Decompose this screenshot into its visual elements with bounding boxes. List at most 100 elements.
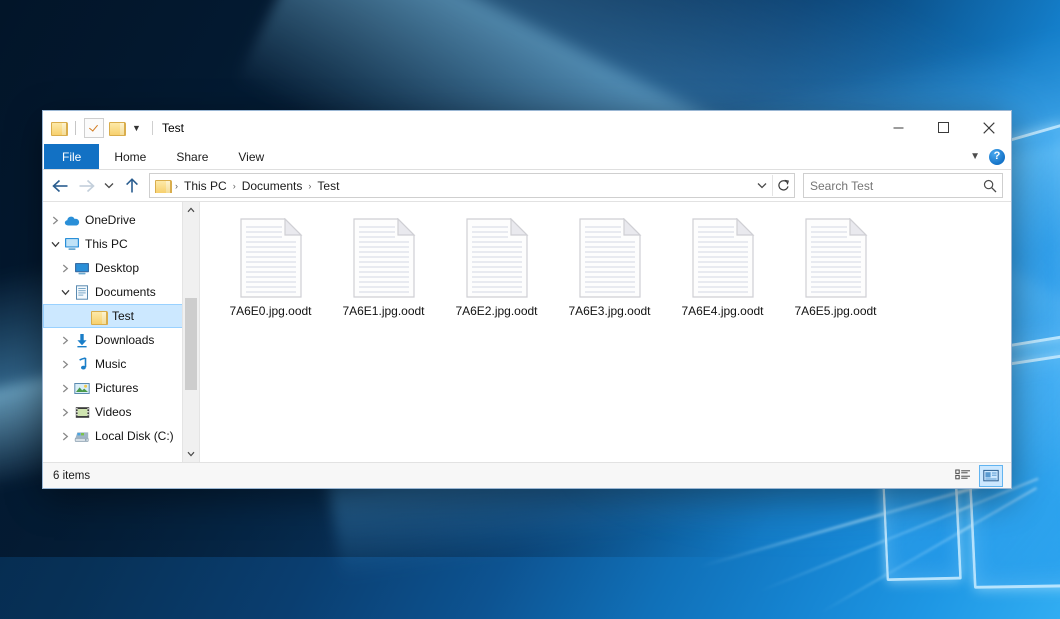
sidebar-item-onedrive[interactable]: OneDrive bbox=[43, 208, 199, 232]
scrollbar-thumb[interactable] bbox=[185, 298, 197, 390]
details-view-button[interactable] bbox=[951, 465, 975, 487]
window-title: Test bbox=[152, 121, 184, 135]
chevron-right-icon[interactable] bbox=[57, 356, 73, 372]
breadcrumb: › This PC › Documents › Test bbox=[150, 179, 751, 193]
maximize-button[interactable] bbox=[921, 111, 966, 144]
sidebar-item-desktop[interactable]: Desktop bbox=[43, 256, 199, 280]
search-box[interactable] bbox=[803, 173, 1003, 198]
list-item[interactable]: 7A6E1.jpg.oodt bbox=[327, 216, 440, 338]
list-item[interactable]: 7A6E0.jpg.oodt bbox=[214, 216, 327, 338]
list-item[interactable]: 7A6E2.jpg.oodt bbox=[440, 216, 553, 338]
quick-access-toolbar: ▼ bbox=[51, 118, 143, 138]
navigation-pane: OneDrive This PC Desktop bbox=[43, 202, 200, 462]
forward-button[interactable] bbox=[73, 173, 99, 199]
chevron-right-icon[interactable] bbox=[47, 212, 63, 228]
view-mode-buttons bbox=[951, 463, 1003, 488]
close-button[interactable] bbox=[966, 111, 1011, 144]
sidebar-item-label: Music bbox=[95, 357, 126, 371]
file-name: 7A6E4.jpg.oodt bbox=[681, 304, 763, 319]
sidebar-item-documents[interactable]: Documents bbox=[43, 280, 199, 304]
folder-icon bbox=[155, 179, 171, 192]
sidebar-item-label: Local Disk (C:) bbox=[95, 429, 174, 443]
drive-icon bbox=[73, 428, 91, 444]
window-controls bbox=[876, 111, 1011, 144]
sidebar-item-music[interactable]: Music bbox=[43, 352, 199, 376]
sidebar-item-label: This PC bbox=[85, 237, 128, 251]
sidebar-item-local-disk-c[interactable]: Local Disk (C:) bbox=[43, 424, 199, 448]
tab-share[interactable]: Share bbox=[161, 144, 223, 169]
file-list[interactable]: 7A6E0.jpg.oodt bbox=[200, 202, 1011, 462]
file-name: 7A6E2.jpg.oodt bbox=[455, 304, 537, 319]
list-item[interactable]: 7A6E3.jpg.oodt bbox=[553, 216, 666, 338]
sidebar-item-pictures[interactable]: Pictures bbox=[43, 376, 199, 400]
chevron-down-icon[interactable]: ▼ bbox=[130, 120, 143, 136]
address-bar: › This PC › Documents › Test bbox=[43, 170, 1011, 201]
breadcrumb-item-this-pc[interactable]: This PC bbox=[179, 179, 232, 193]
chevron-right-icon[interactable] bbox=[57, 380, 73, 396]
navigation-scrollbar[interactable] bbox=[182, 202, 199, 462]
sidebar-item-label: Pictures bbox=[95, 381, 138, 395]
up-button[interactable] bbox=[119, 173, 145, 199]
chevron-right-icon[interactable] bbox=[57, 260, 73, 276]
sidebar-item-this-pc[interactable]: This PC bbox=[43, 232, 199, 256]
new-folder-icon[interactable] bbox=[109, 121, 125, 134]
sidebar-item-test[interactable]: Test bbox=[43, 304, 199, 328]
sidebar-item-label: Videos bbox=[95, 405, 131, 419]
ribbon-right-controls: ▼ ? bbox=[970, 144, 1005, 169]
chevron-down-icon[interactable] bbox=[47, 236, 63, 252]
list-item[interactable]: 7A6E5.jpg.oodt bbox=[779, 216, 892, 338]
search-icon[interactable] bbox=[978, 179, 1002, 193]
item-count-label: 6 items bbox=[53, 470, 90, 482]
file-name: 7A6E1.jpg.oodt bbox=[342, 304, 424, 319]
breadcrumb-item-test[interactable]: Test bbox=[312, 179, 344, 193]
chevron-down-icon[interactable] bbox=[57, 284, 73, 300]
divider bbox=[75, 121, 76, 135]
chevron-right-icon[interactable] bbox=[57, 428, 73, 444]
file-name: 7A6E3.jpg.oodt bbox=[568, 304, 650, 319]
help-icon[interactable]: ? bbox=[989, 149, 1005, 165]
properties-checkbox-icon[interactable] bbox=[84, 118, 104, 138]
videos-icon bbox=[73, 404, 91, 420]
sidebar-item-label: Downloads bbox=[95, 333, 154, 347]
tab-home[interactable]: Home bbox=[99, 144, 161, 169]
large-icons-view-button[interactable] bbox=[979, 465, 1003, 487]
back-button[interactable] bbox=[47, 173, 73, 199]
folder-icon bbox=[90, 308, 108, 324]
breadcrumb-bar[interactable]: › This PC › Documents › Test bbox=[149, 173, 795, 198]
generic-document-icon bbox=[691, 218, 755, 298]
sidebar-item-label: OneDrive bbox=[85, 213, 136, 227]
title-bar: ▼ Test bbox=[43, 111, 1011, 144]
chevron-up-icon[interactable] bbox=[183, 202, 199, 218]
status-bar: 6 items bbox=[43, 462, 1011, 488]
chevron-right-icon[interactable] bbox=[57, 332, 73, 348]
search-input[interactable] bbox=[804, 178, 978, 194]
refresh-button[interactable] bbox=[772, 175, 794, 196]
sidebar-item-label: Desktop bbox=[95, 261, 139, 275]
music-icon bbox=[73, 356, 91, 372]
chevron-down-icon[interactable]: ▼ bbox=[970, 151, 980, 162]
chevron-down-icon[interactable] bbox=[183, 446, 199, 462]
minimize-button[interactable] bbox=[876, 111, 921, 144]
generic-document-icon bbox=[804, 218, 868, 298]
file-explorer-window: ▼ Test File Home Share View ▼ ? bbox=[42, 110, 1012, 489]
sidebar-item-downloads[interactable]: Downloads bbox=[43, 328, 199, 352]
ribbon-tab-bar: File Home Share View ▼ ? bbox=[43, 144, 1011, 170]
generic-document-icon bbox=[239, 218, 303, 298]
generic-document-icon bbox=[578, 218, 642, 298]
generic-document-icon bbox=[352, 218, 416, 298]
breadcrumb-item-documents[interactable]: Documents bbox=[237, 179, 308, 193]
explorer-body: OneDrive This PC Desktop bbox=[43, 201, 1011, 462]
recent-locations-button[interactable] bbox=[99, 173, 119, 199]
chevron-down-icon[interactable] bbox=[751, 175, 772, 196]
folder-icon[interactable] bbox=[51, 121, 67, 134]
file-name: 7A6E0.jpg.oodt bbox=[229, 304, 311, 319]
generic-document-icon bbox=[465, 218, 529, 298]
list-item[interactable]: 7A6E4.jpg.oodt bbox=[666, 216, 779, 338]
pictures-icon bbox=[73, 380, 91, 396]
tab-file[interactable]: File bbox=[44, 144, 99, 169]
chevron-right-icon[interactable] bbox=[57, 404, 73, 420]
sidebar-item-videos[interactable]: Videos bbox=[43, 400, 199, 424]
tab-view[interactable]: View bbox=[223, 144, 279, 169]
file-name: 7A6E5.jpg.oodt bbox=[794, 304, 876, 319]
thispc-icon bbox=[63, 236, 81, 252]
